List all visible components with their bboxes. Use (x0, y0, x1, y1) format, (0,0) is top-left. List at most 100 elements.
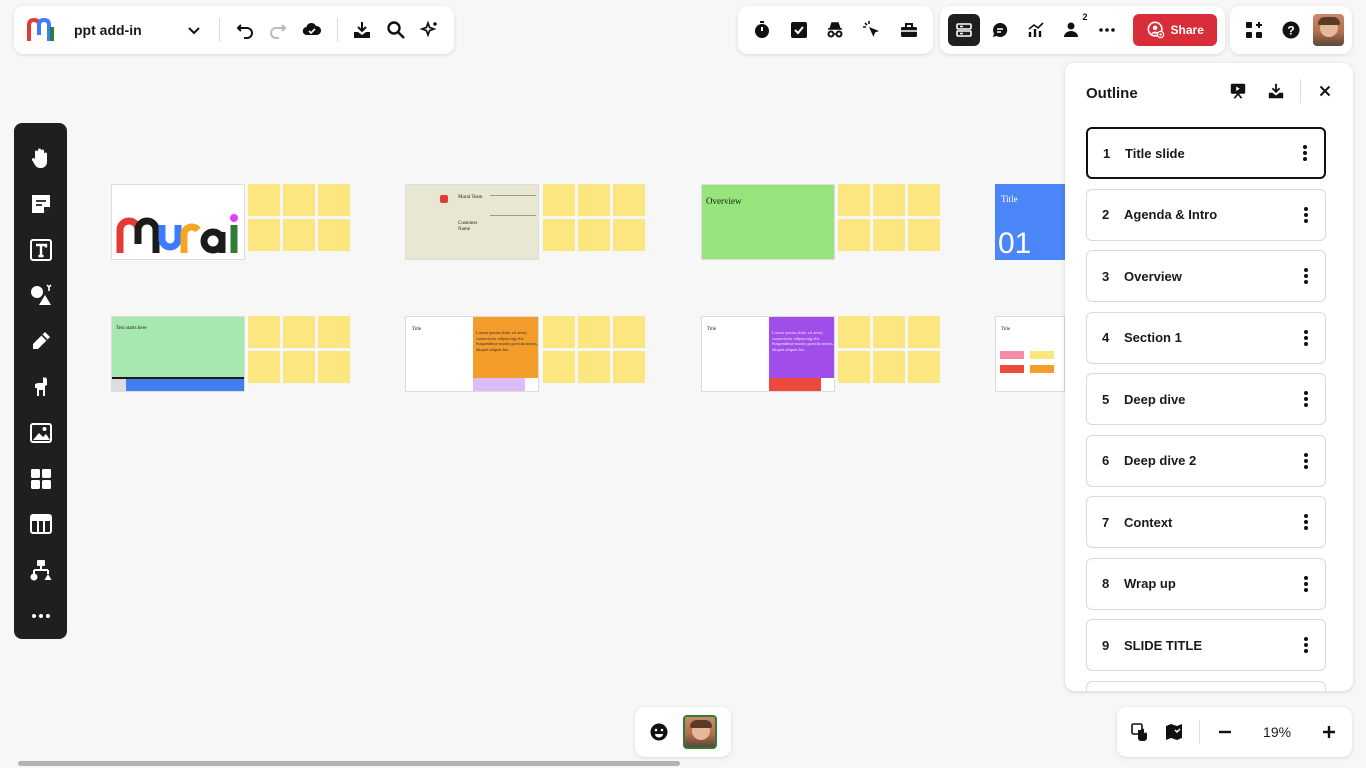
sticky-note[interactable] (908, 184, 940, 216)
sticky-note[interactable] (578, 219, 610, 251)
help-icon[interactable]: ? (1275, 14, 1306, 46)
outline-item[interactable]: 5 Deep dive (1086, 373, 1326, 425)
sticky-note[interactable] (873, 316, 905, 348)
sticky-note[interactable] (248, 316, 280, 348)
slide-thumbnail-8[interactable]: Title (995, 316, 1065, 392)
kebab-menu-icon[interactable] (1299, 205, 1313, 225)
table-icon[interactable] (21, 502, 61, 548)
sticky-note[interactable] (873, 184, 905, 216)
outline-item[interactable]: 8 Wrap up (1086, 557, 1326, 610)
horizontal-scrollbar[interactable] (18, 761, 680, 766)
pen-icon[interactable] (21, 318, 61, 364)
shapes-icon[interactable] (21, 272, 61, 318)
export-icon[interactable] (1260, 75, 1292, 107)
timer-icon[interactable] (746, 14, 778, 46)
sticky-note[interactable] (318, 219, 350, 251)
kebab-menu-icon[interactable] (1299, 574, 1313, 594)
sticky-note[interactable] (613, 351, 645, 383)
kebab-menu-icon[interactable] (1299, 512, 1313, 532)
templates-icon[interactable] (21, 456, 61, 502)
sticky-note[interactable] (578, 316, 610, 348)
collaborators-icon[interactable]: 2 (1056, 12, 1088, 46)
sticky-note[interactable] (248, 184, 280, 216)
sticky-note[interactable] (908, 316, 940, 348)
sticky-note[interactable] (283, 219, 315, 251)
slide-thumbnail-3[interactable]: Overview (701, 184, 835, 260)
outline-toggle-icon[interactable] (948, 14, 980, 46)
sticky-note[interactable] (838, 219, 870, 251)
checkbox-icon[interactable] (783, 14, 815, 46)
map-icon[interactable] (1159, 716, 1189, 748)
present-icon[interactable] (1222, 75, 1254, 107)
sticky-note-icon[interactable] (21, 181, 61, 227)
undo-icon[interactable] (230, 14, 260, 46)
sticky-note[interactable] (613, 316, 645, 348)
kebab-menu-icon[interactable] (1299, 389, 1313, 409)
sticky-note[interactable] (908, 351, 940, 383)
redo-icon[interactable] (263, 14, 293, 46)
zoom-in-icon[interactable] (1314, 716, 1344, 748)
llama-icon[interactable] (21, 364, 61, 410)
search-icon[interactable] (381, 14, 411, 46)
outline-item-partial[interactable] (1086, 680, 1326, 691)
kebab-menu-icon[interactable] (1298, 143, 1312, 163)
slide-thumbnail-4[interactable]: Title 01 (995, 184, 1065, 260)
sticky-note[interactable] (838, 184, 870, 216)
zoom-out-icon[interactable] (1210, 716, 1240, 748)
sticky-note[interactable] (283, 184, 315, 216)
sticky-note[interactable] (908, 219, 940, 251)
chat-icon[interactable] (984, 14, 1016, 46)
emoji-icon[interactable] (643, 716, 675, 748)
kebab-menu-icon[interactable] (1299, 266, 1313, 286)
more-icon[interactable] (21, 593, 61, 639)
toolbox-icon[interactable] (893, 14, 925, 46)
outline-item[interactable]: 6 Deep dive 2 (1086, 434, 1326, 487)
sticky-note[interactable] (283, 316, 315, 348)
board-title[interactable]: ppt add-in (74, 22, 175, 38)
diagram-icon[interactable] (21, 547, 61, 593)
sticky-note[interactable] (873, 219, 905, 251)
cursor-click-icon[interactable] (856, 14, 888, 46)
text-icon[interactable] (21, 227, 61, 273)
slide-thumbnail-6[interactable]: Title Lorem ipsum dolor sit amet, consec… (405, 316, 539, 392)
sticky-note[interactable] (318, 351, 350, 383)
sticky-note[interactable] (248, 351, 280, 383)
outline-item[interactable]: 9 SLIDE TITLE (1086, 619, 1326, 671)
sticky-note[interactable] (873, 351, 905, 383)
sticky-note[interactable] (578, 184, 610, 216)
download-icon[interactable] (347, 14, 377, 46)
zoom-level[interactable]: 19% (1244, 724, 1310, 740)
outline-item[interactable]: 2 Agenda & Intro (1086, 188, 1326, 241)
touch-mode-icon[interactable] (1125, 716, 1155, 748)
slide-thumbnail-1[interactable] (111, 184, 245, 260)
outline-item[interactable]: 1 Title slide (1086, 127, 1326, 179)
sticky-note[interactable] (543, 351, 575, 383)
sticky-note[interactable] (543, 184, 575, 216)
kebab-menu-icon[interactable] (1299, 328, 1313, 348)
sparkle-icon[interactable] (415, 14, 445, 46)
sticky-note[interactable] (613, 184, 645, 216)
image-icon[interactable] (21, 410, 61, 456)
incognito-icon[interactable] (819, 14, 851, 46)
sticky-note[interactable] (543, 316, 575, 348)
outline-item[interactable]: 3 Overview (1086, 250, 1326, 302)
sticky-note[interactable] (578, 351, 610, 383)
sticky-note[interactable] (838, 351, 870, 383)
slide-thumbnail-7[interactable]: Title Lorem ipsum dolor sit amet, consec… (701, 316, 835, 392)
outline-item[interactable]: 4 Section 1 (1086, 311, 1326, 364)
close-icon[interactable] (1309, 75, 1341, 107)
sticky-note[interactable] (613, 219, 645, 251)
kebab-menu-icon[interactable] (1299, 451, 1313, 471)
insights-chart-icon[interactable] (1020, 14, 1052, 46)
hand-icon[interactable] (21, 135, 61, 181)
sticky-note[interactable] (283, 351, 315, 383)
cloud-sync-icon[interactable] (297, 14, 327, 46)
sticky-note[interactable] (318, 184, 350, 216)
mural-logo-icon[interactable] (26, 16, 56, 44)
apps-icon[interactable] (1238, 14, 1269, 46)
user-avatar[interactable] (1312, 14, 1344, 46)
outline-item[interactable]: 7 Context (1086, 496, 1326, 548)
facilitator-avatar[interactable] (683, 715, 717, 749)
sticky-note[interactable] (838, 316, 870, 348)
share-button[interactable]: Share (1133, 14, 1218, 46)
